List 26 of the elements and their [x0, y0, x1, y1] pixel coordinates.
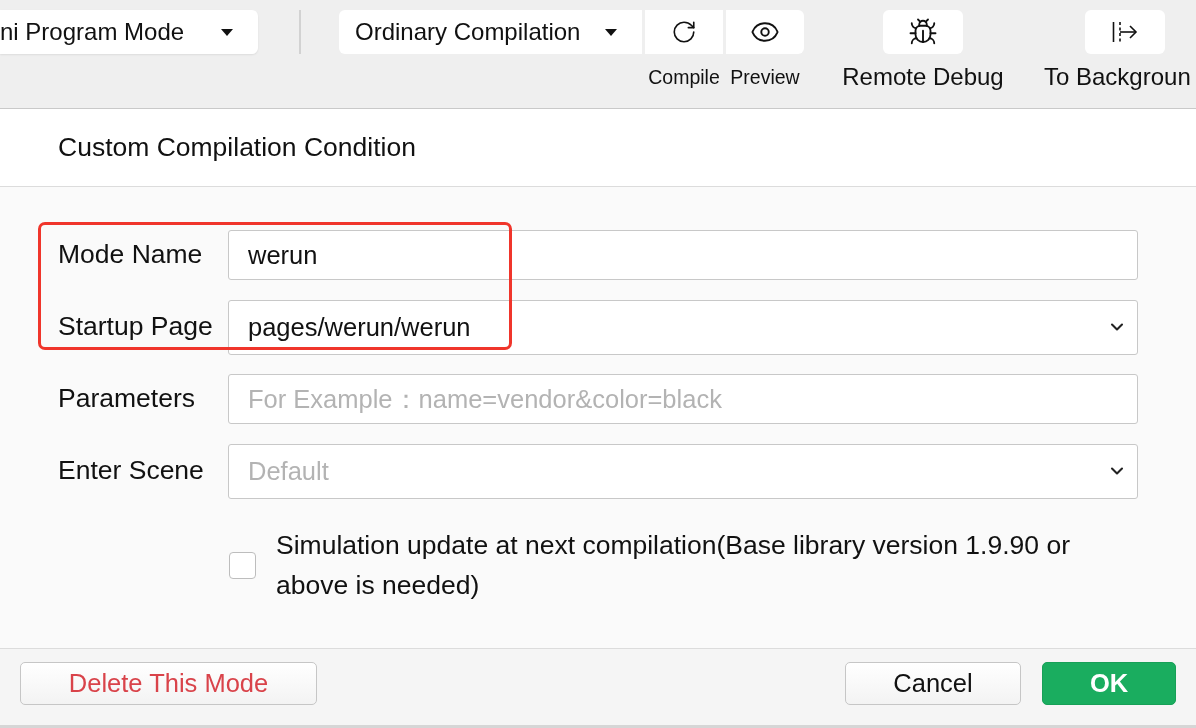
to-background-button[interactable] — [1085, 10, 1165, 54]
field-label: Enter Scene — [58, 454, 205, 488]
text-field[interactable]: werun — [228, 230, 1138, 280]
caret-down-icon — [605, 28, 617, 36]
field-label: Startup Page — [58, 310, 214, 344]
toolbar-label: Compile — [648, 66, 720, 88]
field-label: Mode Name — [58, 238, 204, 272]
checkbox-label: Simulation update at next compilation(Base library version 1.9.90 or above is needed) — [276, 529, 1071, 602]
refresh-icon — [671, 19, 697, 45]
compile-mode-dropdown[interactable]: Ordinary Compilation — [339, 10, 642, 54]
compile-button[interactable] — [645, 10, 723, 54]
checkbox[interactable] — [229, 551, 256, 579]
cancel-button[interactable]: Cancel — [845, 662, 1021, 705]
dialog-title: Custom Compilation Condition — [58, 130, 416, 164]
mode-dropdown[interactable]: ni Program Mode — [0, 10, 258, 54]
toolbar-label: Preview — [730, 66, 800, 88]
field-label: Parameters — [58, 382, 196, 416]
caret-down-icon — [221, 28, 233, 36]
text-field[interactable]: For Example：name=vendor&color=black — [228, 374, 1138, 424]
preview-button[interactable] — [726, 10, 804, 54]
toolbar-label: To Backgroun — [1044, 64, 1191, 90]
bug-icon — [908, 17, 938, 47]
delete-mode-button[interactable]: Delete This Mode — [20, 662, 317, 705]
remote-debug-button[interactable] — [883, 10, 963, 54]
dropdown-field[interactable]: pages/werun/werun — [228, 299, 1138, 355]
toolbar-label: Remote Debug — [842, 64, 1004, 90]
